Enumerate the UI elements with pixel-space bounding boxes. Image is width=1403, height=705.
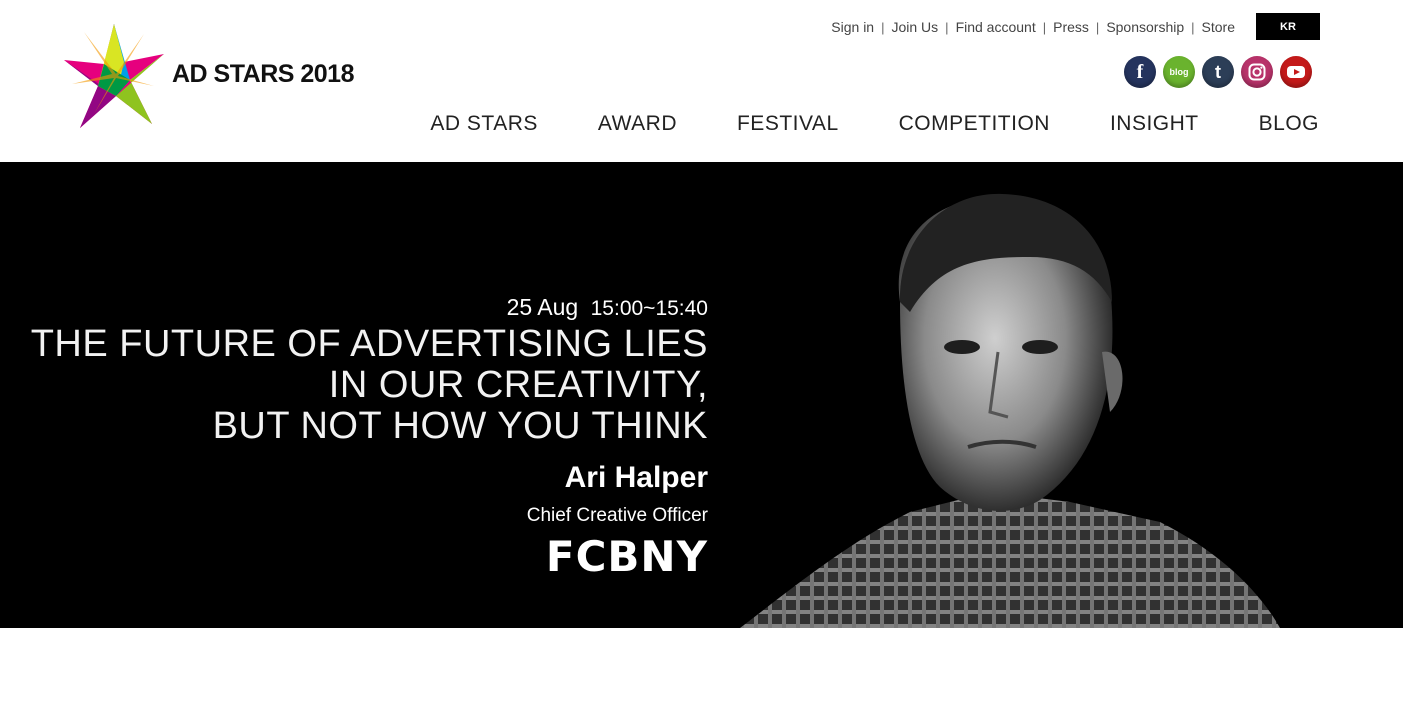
speaker-role: Chief Creative Officer [526,505,708,526]
speaker-name: Ari Halper [564,461,708,494]
title-line: THE FUTURE OF ADVERTISING LIES [30,323,708,365]
nav-competition[interactable]: COMPETITION [899,112,1050,136]
session-title: THE FUTURE OF ADVERTISING LIES IN OUR CR… [31,324,708,447]
nav-festival[interactable]: FESTIVAL [737,112,839,136]
nav-blog[interactable]: BLOG [1259,112,1319,136]
session-date: 25 Aug [506,294,579,320]
instagram-icon[interactable] [1241,56,1273,88]
content-area [0,628,1403,705]
session-info: 25 Aug 15:00~15:40 THE FUTURE OF ADVERTI… [31,292,708,579]
site-header: AD STARS 2018 Sign in | Join Us | Find a… [0,0,1403,162]
youtube-icon[interactable] [1280,56,1312,88]
brand-name: AD STARS 2018 [172,60,355,88]
title-line: IN OUR CREATIVITY, [328,364,708,406]
sponsorship-link[interactable]: Sponsorship [1099,19,1191,35]
instagram-glyph-icon [1248,63,1266,81]
store-link[interactable]: Store [1195,19,1242,35]
nav-insight[interactable]: INSIGHT [1110,112,1199,136]
join-us-link[interactable]: Join Us [884,19,945,35]
session-datetime: 25 Aug 15:00~15:40 [31,292,708,324]
title-line: BUT NOT HOW YOU THINK [212,405,708,447]
main-nav: AD STARS AWARD FESTIVAL COMPETITION INSI… [370,112,1319,136]
facebook-icon[interactable]: f [1124,56,1156,88]
press-link[interactable]: Press [1046,19,1096,35]
find-account-link[interactable]: Find account [949,19,1043,35]
star-logo-icon [64,24,164,128]
company-logo: FCBNY [545,532,708,581]
session-time: 15:00~15:40 [590,297,708,320]
nav-award[interactable]: AWARD [598,112,677,136]
social-links: f blog t [1124,56,1319,88]
language-toggle-button[interactable]: KR [1256,13,1320,40]
hero-banner[interactable]: 25 Aug 15:00~15:40 THE FUTURE OF ADVERTI… [0,162,1403,628]
sign-in-link[interactable]: Sign in [824,19,881,35]
blog-icon[interactable]: blog [1163,56,1195,88]
speaker-portrait [740,193,1280,628]
ad-stars-logo[interactable]: AD STARS 2018 [64,24,364,130]
nav-ad-stars[interactable]: AD STARS [430,112,537,136]
tumblr-icon[interactable]: t [1202,56,1234,88]
utility-nav: Sign in | Join Us | Find account | Press… [824,16,1242,38]
youtube-play-icon [1287,66,1305,78]
